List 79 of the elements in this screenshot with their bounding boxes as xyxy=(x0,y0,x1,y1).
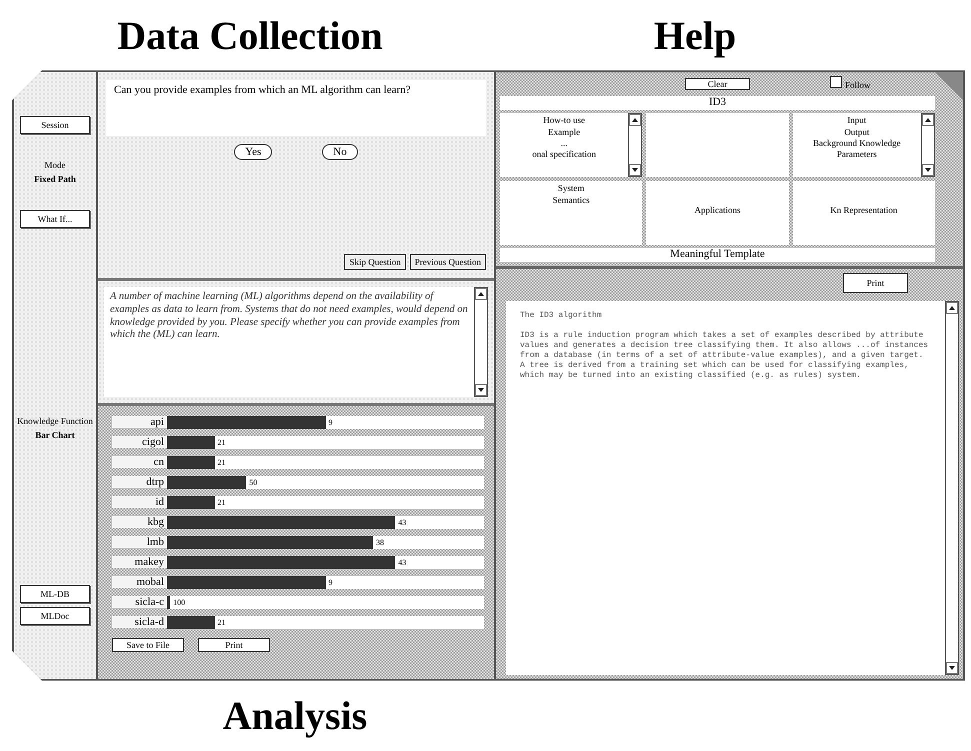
answer-button[interactable]: No xyxy=(322,144,358,160)
bar-value: 21 xyxy=(218,438,226,447)
bar-label: sicla-c xyxy=(112,596,167,608)
checkbox[interactable] xyxy=(830,76,842,88)
bar-value: 21 xyxy=(218,498,226,507)
help-topic-cell[interactable] xyxy=(646,113,789,178)
checkbox-label: Follow xyxy=(845,80,871,90)
bar-value: 43 xyxy=(398,558,406,567)
topic-line: How-to use xyxy=(542,115,586,127)
mode-label: Mode xyxy=(44,160,66,170)
what-if-button[interactable]: What If... xyxy=(20,210,90,228)
scroll-up-icon[interactable] xyxy=(629,114,642,126)
scrollbar[interactable] xyxy=(628,113,642,178)
topic-line: Background Knowledge xyxy=(812,138,902,150)
topic-line: System xyxy=(556,183,586,195)
topic-line: Parameters xyxy=(836,149,878,160)
bar-label: lmb xyxy=(112,536,167,548)
bar-value: 9 xyxy=(328,578,332,587)
help-topic-cell[interactable]: Applications xyxy=(646,181,789,246)
scrollbar[interactable] xyxy=(474,287,488,398)
bar-value: 38 xyxy=(376,538,384,547)
question-text: Can you provide examples from which an ML algorithm can learn? xyxy=(106,80,486,136)
bar-value: 21 xyxy=(218,618,226,627)
section-caption: Help xyxy=(652,12,738,59)
help-topic-cell[interactable]: Input Output Background Knowledge Parameters xyxy=(792,113,935,178)
topic-line: Kn Representation xyxy=(829,205,898,217)
help-title: ID3 xyxy=(500,96,935,110)
scroll-down-icon[interactable] xyxy=(475,384,487,396)
print-button[interactable]: Print xyxy=(843,273,908,294)
mode-value: Fixed Path xyxy=(34,174,76,184)
question-nav-button[interactable]: Previous Question xyxy=(410,254,486,270)
scrollbar[interactable] xyxy=(945,301,959,675)
topic-line: onal specification xyxy=(531,149,598,160)
bar-label: id xyxy=(112,496,167,508)
help-topic-cell[interactable]: System Semantics xyxy=(500,181,642,246)
bar-value: 21 xyxy=(218,458,226,467)
bar-value: 9 xyxy=(328,418,332,427)
template-bar: Meaningful Template xyxy=(500,248,935,262)
scroll-down-icon[interactable] xyxy=(629,164,642,176)
topic-line: Input xyxy=(846,115,868,127)
doc-title: The ID3 algorithm xyxy=(520,311,603,322)
bar-value: 50 xyxy=(249,478,258,487)
topic-line: Example xyxy=(547,126,582,138)
scroll-down-icon[interactable] xyxy=(922,164,934,176)
database-button[interactable]: MLDoc xyxy=(20,606,90,625)
session-button[interactable]: Session xyxy=(20,116,90,134)
clear-button[interactable]: Clear xyxy=(685,78,750,90)
bar-label: dtrp xyxy=(112,476,167,488)
bar-value: 100 xyxy=(173,598,186,607)
doc-body: ID3 is a rule induction program which takes a set of examples described by attribute values and generates a decision tree classifying them. It also allows ...of instances from a database (in terms of a set of attribute-value examples), and a given target. A tree is derived from a training set which can be used for classifying examples, which may be turned into an existing classified (e.g. as rules) system. xyxy=(520,331,930,382)
bar-value: 43 xyxy=(398,518,406,527)
bar-label: kbg xyxy=(112,516,167,528)
bar-label: makey xyxy=(112,556,167,568)
topic-line: Applications xyxy=(693,205,742,217)
help-topic-cell[interactable]: How-to use Example ... onal specification xyxy=(500,113,642,178)
chart-value: Bar Chart xyxy=(35,430,75,440)
explanation-text: A number of machine learning (ML) algorithms depend on the availability of examples as data to learn from. Systems that do not need examples, would depend on knowledge provided by you. Please specify whether you can provide examples from which the (ML) can learn. xyxy=(104,287,474,398)
scroll-up-icon[interactable] xyxy=(475,288,487,300)
topic-line: ... xyxy=(560,138,569,150)
chart-label: Knowledge Function xyxy=(17,416,93,426)
scroll-down-icon[interactable] xyxy=(946,662,958,674)
section-caption: Data Collection xyxy=(116,12,384,59)
bar-label: cigol xyxy=(112,436,167,448)
answer-button[interactable]: Yes xyxy=(234,144,272,160)
analysis-button[interactable]: Save to File xyxy=(112,638,184,652)
analysis-button[interactable]: Print xyxy=(198,638,270,652)
bar-label: cn xyxy=(112,456,167,468)
question-nav-button[interactable]: Skip Question xyxy=(344,254,406,270)
scroll-up-icon[interactable] xyxy=(922,114,934,126)
database-button[interactable]: ML-DB xyxy=(20,584,90,603)
scrollbar[interactable] xyxy=(920,113,935,178)
topic-line: Semantics xyxy=(552,194,591,206)
bar-label: sicla-d xyxy=(112,616,167,628)
bar-label: mobal xyxy=(112,576,167,588)
scroll-up-icon[interactable] xyxy=(946,302,958,314)
help-topic-cell[interactable]: Kn Representation xyxy=(792,181,935,246)
topic-line: Output xyxy=(843,126,870,138)
section-caption: Analysis xyxy=(222,692,368,740)
bar-label: api xyxy=(112,416,167,428)
